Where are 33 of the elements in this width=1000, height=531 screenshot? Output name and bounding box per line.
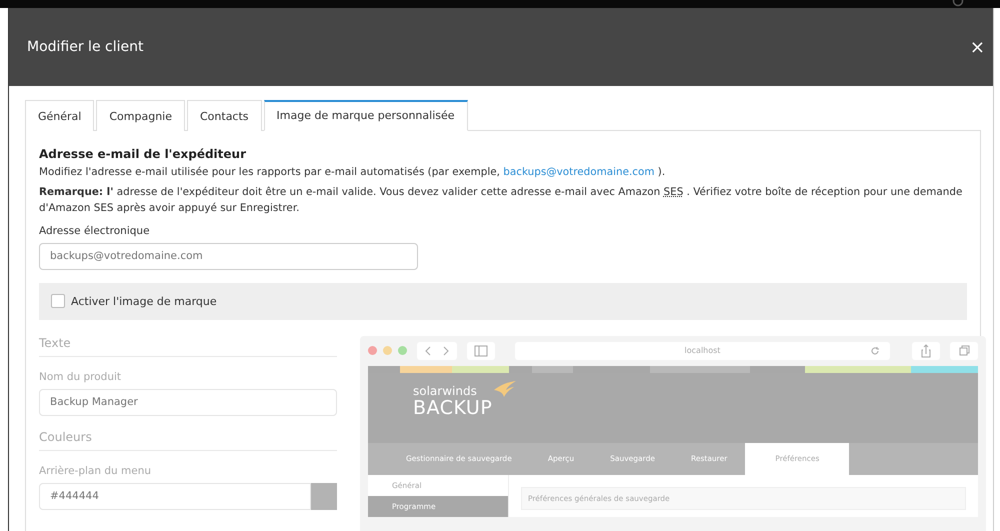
- tab[interactable]: Général: [25, 100, 94, 131]
- tab[interactable]: Compagnie: [96, 100, 185, 131]
- share-icon: [912, 342, 940, 360]
- tab[interactable]: Contacts: [187, 100, 262, 131]
- logo-text: BACKUP: [413, 398, 492, 418]
- logo-wing-icon: [494, 380, 516, 396]
- section-heading: Couleurs: [39, 430, 337, 450]
- tabs-icon: [950, 342, 978, 360]
- window-zoom-dot: [398, 346, 407, 355]
- field-label: Nom du produit: [39, 370, 122, 382]
- email-field[interactable]: backups@votredomaine.com: [39, 242, 418, 270]
- sidebar-icon: [467, 342, 495, 360]
- logo-text: solarwinds: [413, 384, 477, 398]
- note-text: Remarque: l' adresse de l'expéditeur doit être un e-mail valide. Vous devez valider cette adresse e-mail avec Amazon SES . Vérifiez votre boîte de réception pour une demande d'Amazon SES après avoir appuyé sur Enregistrer.: [39, 184, 964, 216]
- section-heading: Adresse e-mail de l'expéditeur: [39, 147, 247, 161]
- search-icon[interactable]: [952, 0, 964, 8]
- email-link[interactable]: backups@votredomaine.com: [503, 166, 654, 178]
- reload-icon: [870, 346, 880, 356]
- dialog-title: Modifier le client: [27, 39, 144, 55]
- close-button[interactable]: ×: [962, 36, 993, 58]
- window-close-dot: [368, 346, 377, 355]
- checkbox[interactable]: [51, 294, 65, 308]
- field-label: Adresse électronique: [39, 224, 151, 236]
- window-minimize-dot: [383, 346, 392, 355]
- abbreviation: SES: [664, 186, 684, 198]
- checkbox-label: Activer l'image de marque: [71, 294, 217, 308]
- tab[interactable]: Image de marque personnalisée: [264, 100, 468, 131]
- url-text: localhost: [684, 346, 720, 355]
- section-heading: Texte: [39, 336, 337, 356]
- field-label: Arrière-plan du menu: [39, 464, 152, 476]
- description-text: Modifiez l'adresse e-mail utilisée pour les rapports par e-mail automatisés (par exemple, backups@votredomaine.com ).: [39, 165, 666, 180]
- back-forward-icon: [417, 342, 457, 360]
- color-swatch[interactable]: [311, 482, 337, 510]
